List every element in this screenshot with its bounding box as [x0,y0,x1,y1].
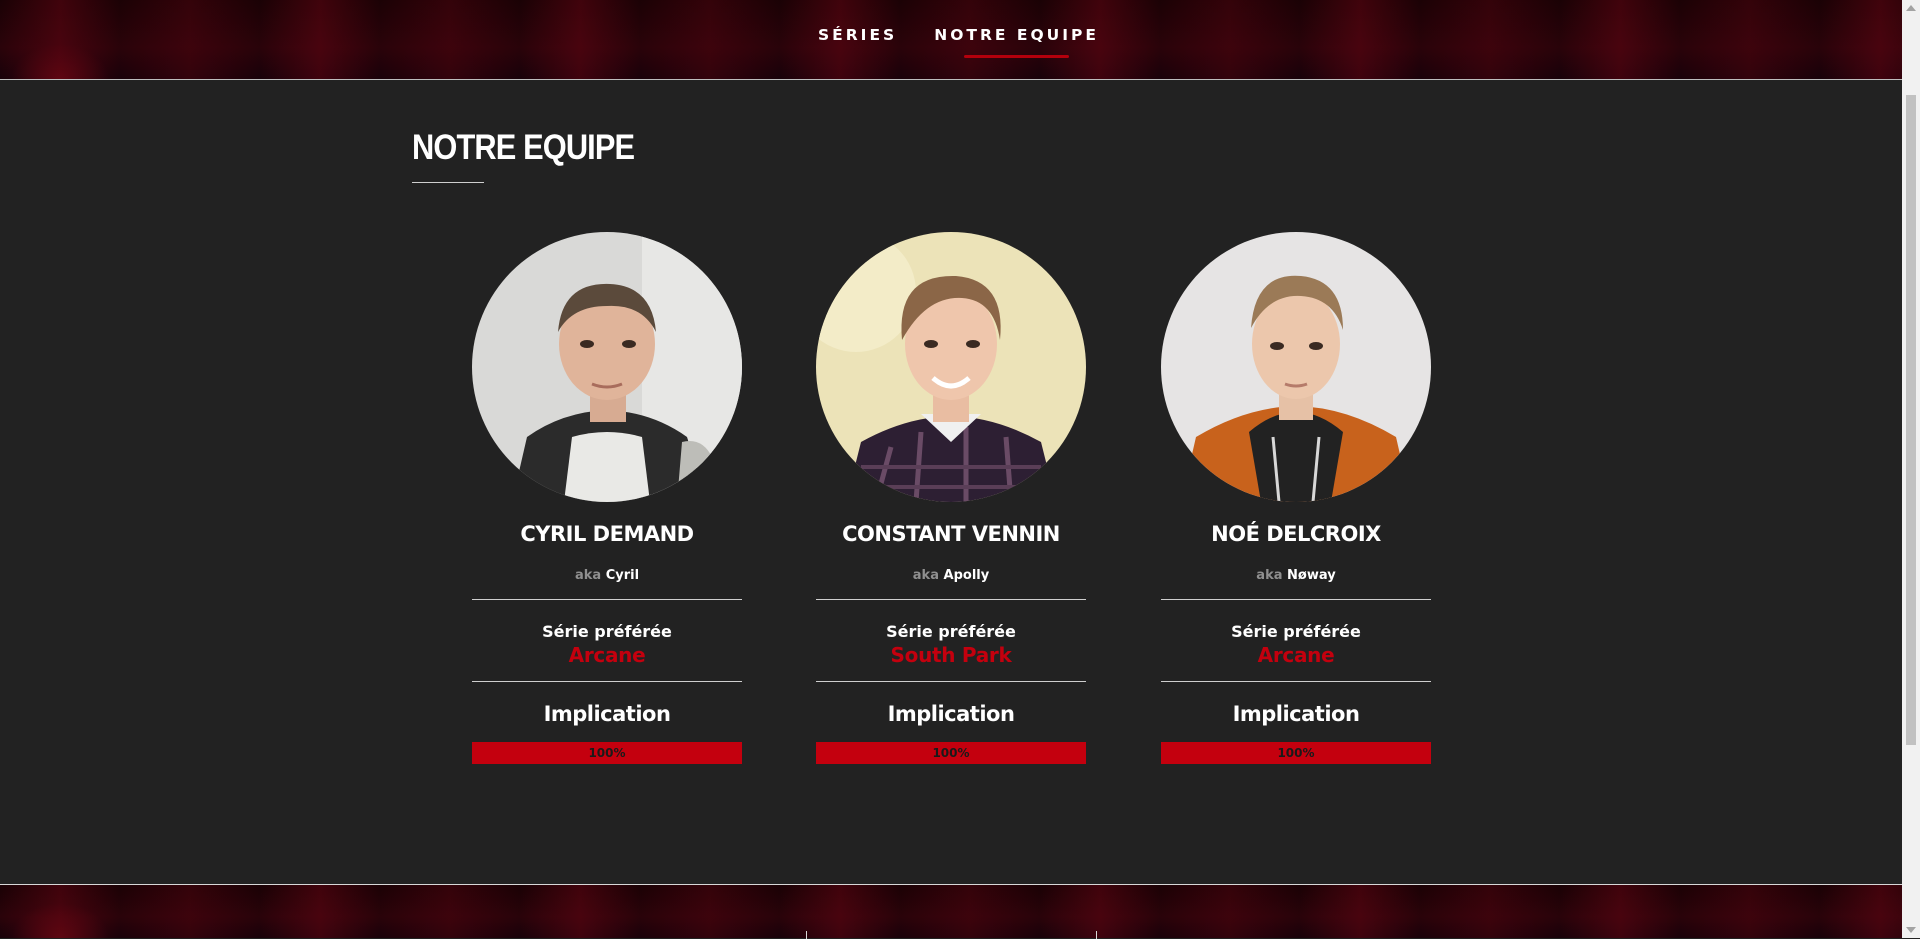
divider [1161,599,1431,600]
aka-prefix: aka [574,568,602,583]
team-member-card: NOÉ DELCROIX aka Nøway Série préférée Ar… [1161,232,1431,764]
divider [472,599,742,600]
aka-prefix: aka [912,568,939,583]
vertical-scrollbar[interactable] [1902,0,1920,938]
aka-prefix: aka [1256,568,1283,583]
member-aka: aka Apolly [816,568,1086,583]
member-name: NOÉ DELCROIX [1211,522,1381,546]
nav-link-notre-equipe[interactable]: NOTRE EQUIPE [934,26,1099,58]
favorite-series-label: Série préférée [1231,622,1361,641]
implication-label: Implication [887,702,1015,726]
implication-progress-bar: 100% [816,742,1086,764]
page-title: NOTRE EQUIPE [412,128,635,167]
member-nickname: Nøway [1287,568,1336,583]
member-photo [472,232,742,502]
scrollbar-thumb[interactable] [1906,95,1916,745]
scroll-down-arrow-icon[interactable] [1906,927,1916,933]
divider [816,681,1086,682]
scroll-up-arrow-icon[interactable] [1906,5,1916,11]
divider [816,599,1086,600]
title-underline [412,182,484,183]
nav-menu: SÉRIES NOTRE EQUIPE [818,26,1099,58]
team-member-card: CYRIL DEMAND aka Cyril Série préférée Ar… [472,232,742,764]
favorite-series-label: Série préférée [886,622,1016,641]
team-member-card: CONSTANT VENNIN aka Apolly Série préféré… [816,232,1086,764]
implication-label: Implication [1232,702,1360,726]
member-aka: aka Cyril [472,568,742,583]
implication-label: Implication [543,702,671,726]
member-photo [1161,232,1431,502]
progress-value: 100% [932,746,970,760]
progress-value: 100% [588,746,626,760]
footer [0,884,1902,939]
implication-progress-bar: 100% [472,742,742,764]
member-nickname: Cyril [605,568,640,583]
favorite-series-value: Arcane [1257,643,1335,667]
member-photo [816,232,1086,502]
member-nickname: Apolly [943,568,990,583]
divider [472,681,742,682]
favorite-series-value: South Park [890,643,1012,667]
divider [1161,681,1431,682]
member-name: CONSTANT VENNIN [842,522,1060,546]
favorite-series-value: Arcane [568,643,646,667]
member-name: CYRIL DEMAND [520,522,694,546]
favorite-series-label: Série préférée [542,622,672,641]
progress-value: 100% [1277,746,1315,760]
nav-link-series[interactable]: SÉRIES [818,26,897,44]
top-navigation-bar: SÉRIES NOTRE EQUIPE [0,0,1902,80]
member-aka: aka Nøway [1161,568,1431,583]
implication-progress-bar: 100% [1161,742,1431,764]
